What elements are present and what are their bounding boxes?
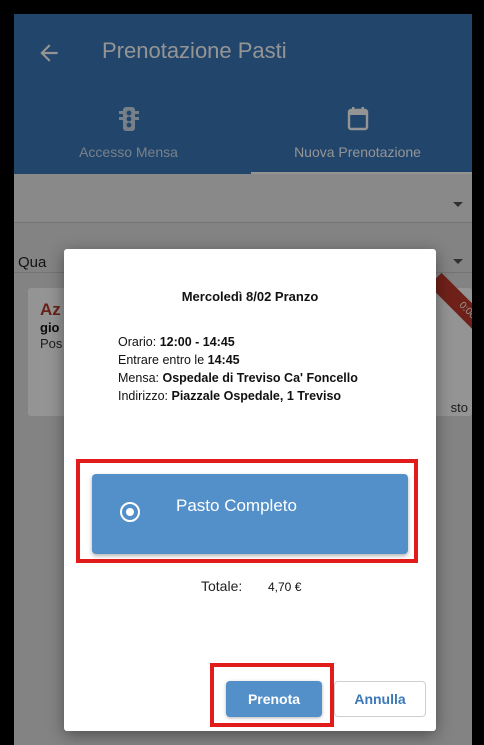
prenota-button[interactable]: Prenota bbox=[226, 681, 322, 717]
info-mensa: Mensa: Ospedale di Treviso Ca' Foncello bbox=[118, 371, 358, 385]
info-indirizzo: Indirizzo: Piazzale Ospedale, 1 Treviso bbox=[118, 389, 342, 403]
meal-option-label: Pasto Completo bbox=[176, 496, 297, 515]
info-orario: Orario: 12:00 - 14:45 bbox=[118, 335, 235, 349]
total-label: Totale: bbox=[201, 578, 243, 594]
meal-option-pasto-completo[interactable]: Pasto Completo bbox=[92, 474, 408, 554]
annulla-button[interactable]: Annulla bbox=[334, 681, 426, 717]
info-entrare: Entrare entro le 14:45 bbox=[118, 353, 240, 367]
total-value: 4,70 € bbox=[268, 580, 302, 594]
radio-selected-icon[interactable] bbox=[120, 502, 140, 522]
booking-details: Orario: 12:00 - 14:45 Entrare entro le 1… bbox=[118, 333, 358, 405]
dialog-title: Mercoledì 8/02 Pranzo bbox=[181, 289, 319, 304]
